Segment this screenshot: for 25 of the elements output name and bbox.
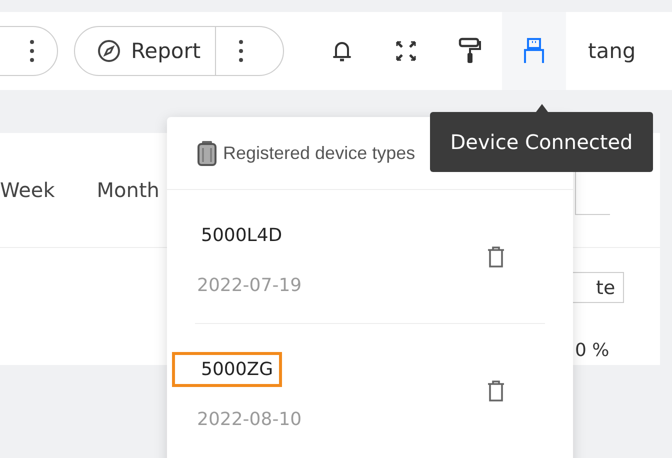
tooltip: Device Connected <box>430 112 653 172</box>
more-icon <box>238 40 243 62</box>
period-tab[interactable]: Week <box>0 178 55 202</box>
delete-button[interactable] <box>487 380 505 402</box>
report-button[interactable]: Report <box>75 27 216 75</box>
period-tab[interactable]: Month <box>96 178 160 202</box>
tooltip-arrow-icon <box>536 104 548 112</box>
popover-title: Registered device types <box>223 142 416 164</box>
trash-icon <box>487 380 505 402</box>
usb-icon <box>523 38 545 64</box>
user-name[interactable]: tang <box>588 39 636 63</box>
delete-button[interactable] <box>487 246 505 268</box>
device-date: 2022-08-10 <box>196 409 302 430</box>
trash-icon <box>487 246 505 268</box>
device-date: 2022-07-19 <box>196 274 302 296</box>
fullscreen-icon <box>395 40 417 62</box>
device-name[interactable]: 5000L4D <box>172 218 292 252</box>
device-button[interactable] <box>502 12 566 90</box>
device-icon <box>197 140 217 166</box>
paint-roller-icon <box>458 37 482 65</box>
percent-value: 0 % <box>575 340 610 361</box>
more-icon <box>30 40 34 62</box>
compass-icon <box>97 39 121 63</box>
device-name[interactable]: 5000ZG <box>172 352 282 387</box>
bell-icon <box>332 39 352 63</box>
